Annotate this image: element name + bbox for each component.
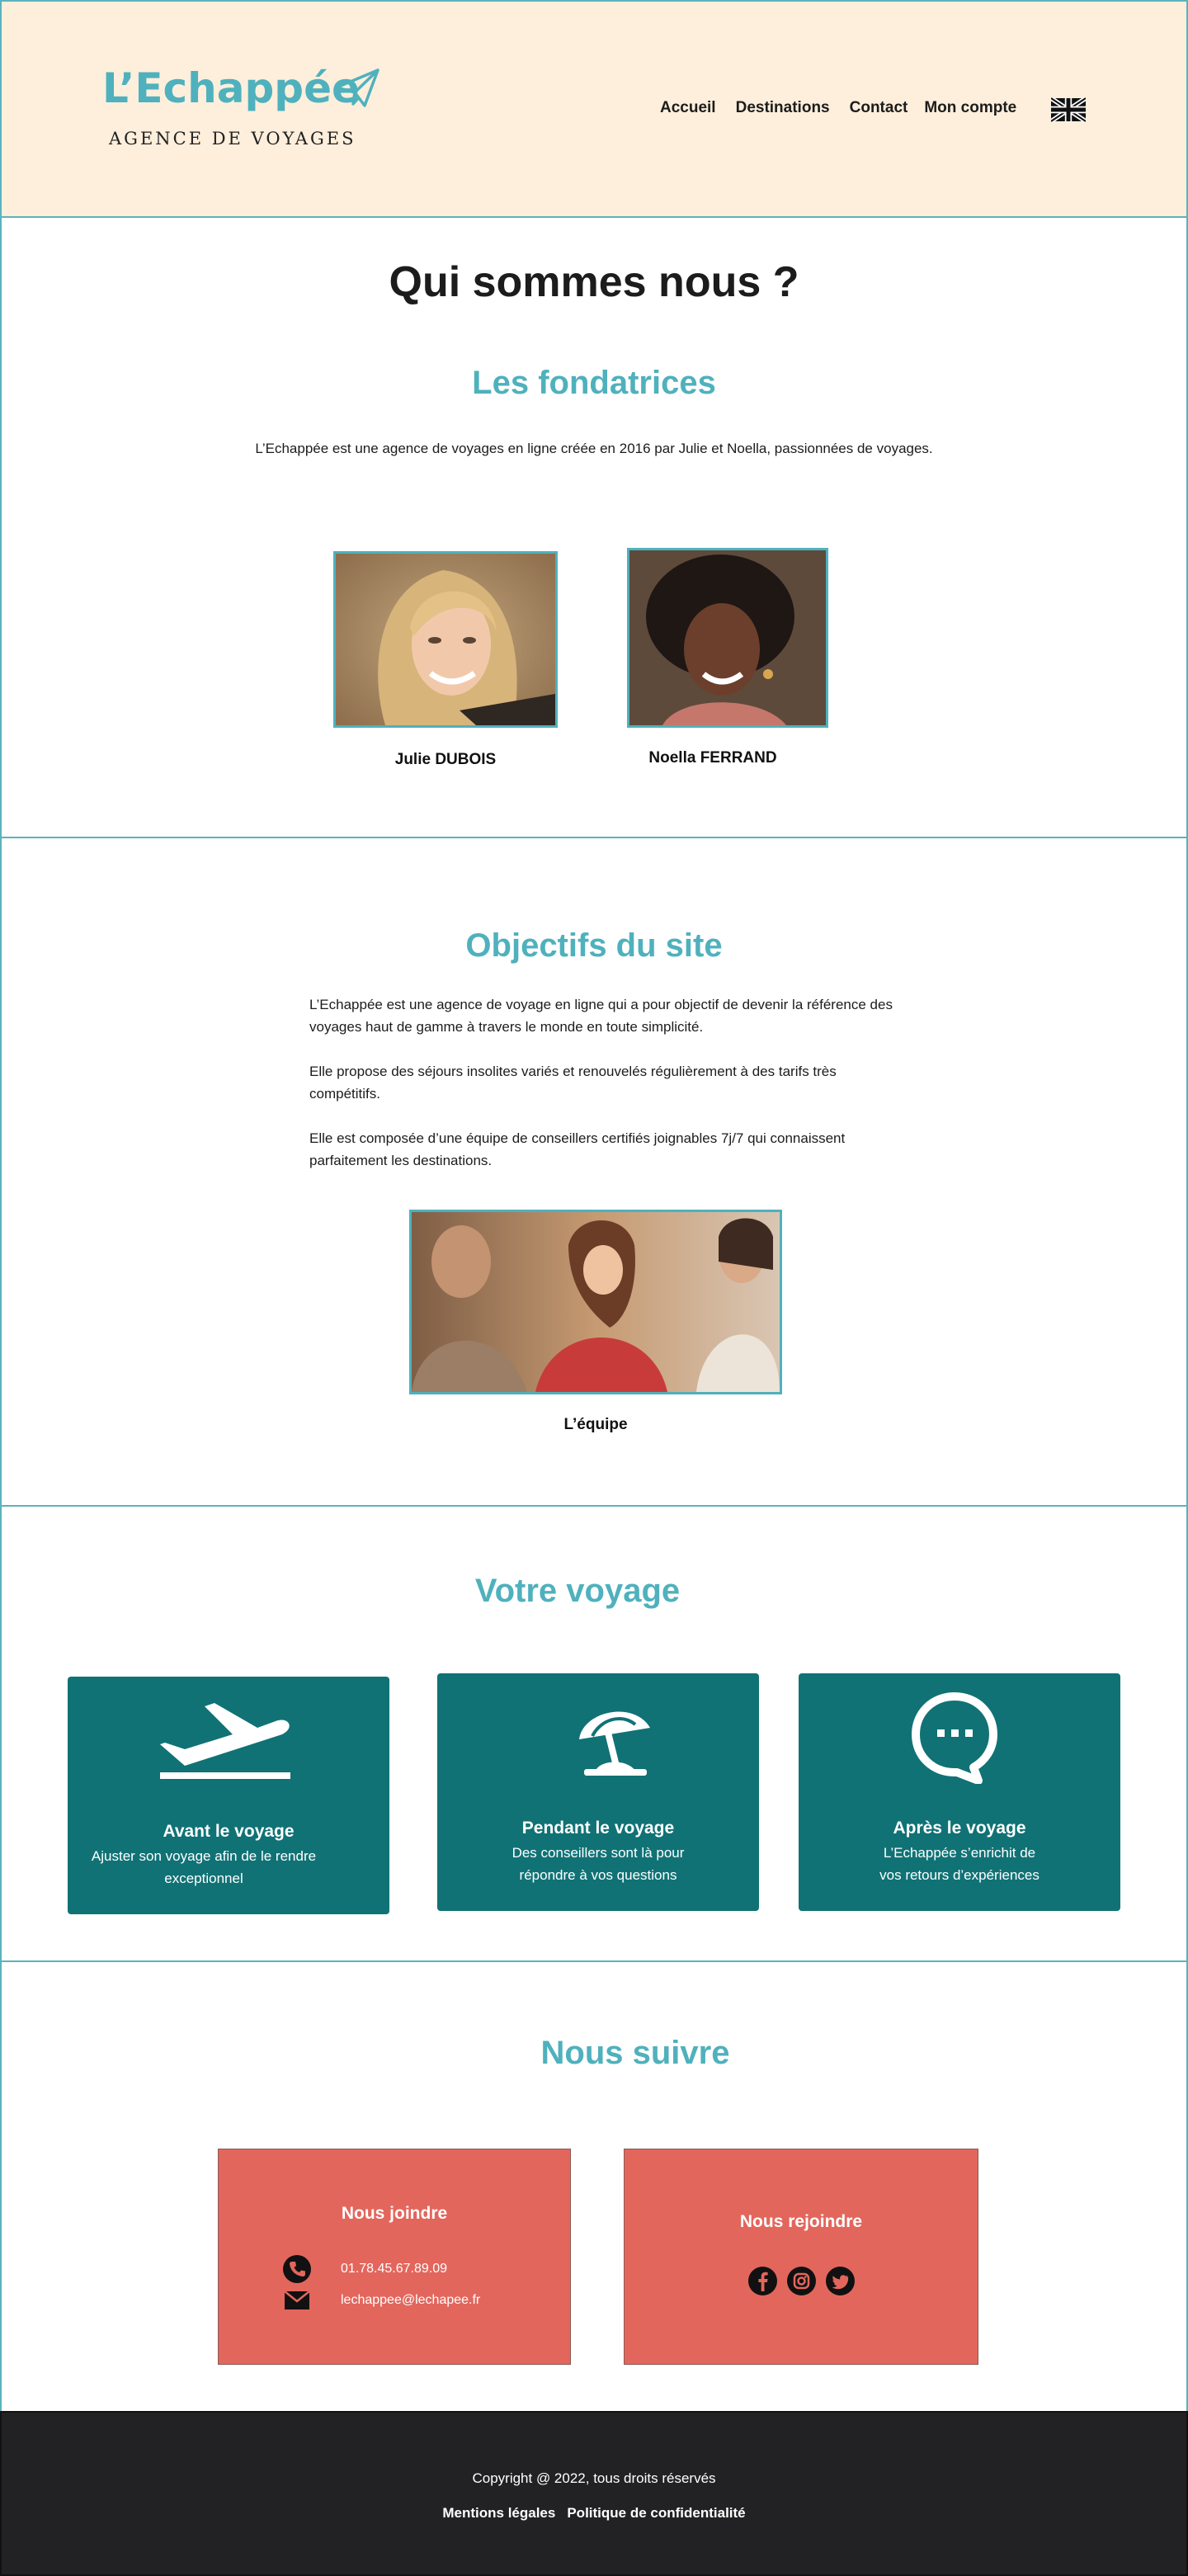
objectives-paragraph-2: Elle propose des séjours insolites varié… [309, 1064, 837, 1102]
nav-contact[interactable]: Contact [850, 99, 908, 117]
privacy-policy-link[interactable]: Politique de confidentialité [567, 2505, 745, 2522]
page-title: Qui sommes nous ? [389, 258, 799, 306]
phone-icon [283, 2255, 311, 2283]
social-links [625, 2267, 978, 2295]
nav-destinations[interactable]: Destinations [736, 99, 830, 117]
trip-section: Votre voyage Avant le voyage Ajuster son… [0, 1505, 1188, 1962]
logo-subtitle: AGENCE DE VOYAGES [109, 129, 356, 149]
facebook-icon[interactable] [747, 2267, 777, 2295]
logo-title: L’Echappée [102, 64, 360, 112]
phone-row[interactable]: 01.78.45.67.89.09 [283, 2255, 447, 2283]
trip-card-title: Après le voyage [893, 1819, 1026, 1838]
social-box: Nous rejoindre [624, 2149, 978, 2365]
trip-card-title: Avant le voyage [163, 1822, 295, 1841]
social-title: Nous rejoindre [739, 2212, 863, 2231]
trip-card-after[interactable]: Après le voyage L’Echappée s’enrichit de… [799, 1673, 1120, 1911]
main-nav: Accueil Destinations Contact Mon compte [660, 99, 1016, 117]
founders-text: L’Echappée est une agence de voyages en … [255, 441, 933, 456]
trip-title: Votre voyage [474, 1573, 681, 1609]
trip-card-during[interactable]: Pendant le voyage Des conseillers sont l… [437, 1673, 759, 1911]
team-image [412, 1212, 780, 1392]
founder-photo-noella [627, 548, 828, 728]
contact-box: Nous joindre 01.78.45.67.89.09 lechappee… [218, 2149, 571, 2365]
trip-card-text: Ajuster son voyage afin de le rendre exc… [91, 1848, 317, 1886]
follow-section: Nous suivre Nous joindre 01.78.45.67.89.… [0, 1960, 1188, 2413]
team-photo [409, 1210, 782, 1394]
nav-accueil[interactable]: Accueil [660, 99, 716, 117]
logo[interactable]: L’Echappée AGENCE DE VOYAGES [102, 64, 380, 149]
email-icon [284, 2291, 310, 2309]
site-header: L’Echappée AGENCE DE VOYAGES Accueil Des… [0, 0, 1188, 218]
instagram-icon[interactable] [786, 2267, 816, 2295]
follow-title: Nous suivre [540, 2035, 730, 2071]
objectives-section: Objectifs du site L’Echappée est une age… [0, 837, 1188, 1507]
twitter-icon[interactable] [825, 2267, 855, 2295]
legal-notice-link[interactable]: Mentions légales [442, 2505, 555, 2522]
trip-card-before[interactable]: Avant le voyage Ajuster son voyage afin … [68, 1677, 389, 1914]
trip-card-text: Des conseillers sont là pour répondre à … [512, 1845, 685, 1883]
founder-name-noella: Noella FERRAND [648, 749, 777, 767]
email-address: lechappee@lechapee.fr [341, 2293, 481, 2307]
founder-name-julie: Julie DUBOIS [394, 751, 497, 768]
chat-bubble-icon [912, 1692, 997, 1784]
paper-plane-icon [335, 68, 380, 107]
uk-flag-icon[interactable] [1051, 97, 1086, 122]
footer-links: Mentions légales Politique de confidenti… [2, 2505, 1186, 2522]
phone-number: 01.78.45.67.89.09 [341, 2262, 448, 2276]
beach-umbrella-icon [579, 1711, 650, 1776]
team-caption: L’équipe [563, 1416, 628, 1433]
contact-title: Nous joindre [341, 2204, 448, 2223]
portrait-image [336, 554, 555, 725]
email-row[interactable]: lechappee@lechapee.fr [283, 2290, 480, 2311]
objectives-paragraph-3: Elle est composée d’une équipe de consei… [309, 1130, 846, 1168]
founder-photo-julie [333, 551, 558, 728]
site-footer: Copyright @ 2022, tous droits réservés M… [0, 2411, 1188, 2576]
trip-card-text: L’Echappée s’enrichit de vos retours d’e… [879, 1845, 1040, 1883]
objectives-paragraph-1: L’Echappée est une agence de voyage en l… [309, 997, 893, 1035]
portrait-image [629, 550, 826, 725]
plane-takeoff-icon [160, 1703, 290, 1779]
objectives-title: Objectifs du site [465, 927, 723, 964]
copyright-text: Copyright @ 2022, tous droits réservés [472, 2470, 716, 2486]
founders-title: Les fondatrices [472, 365, 716, 401]
about-section: Qui sommes nous ? Les fondatrices L’Echa… [0, 216, 1188, 838]
trip-card-title: Pendant le voyage [521, 1819, 675, 1838]
nav-mon-compte[interactable]: Mon compte [924, 99, 1016, 117]
